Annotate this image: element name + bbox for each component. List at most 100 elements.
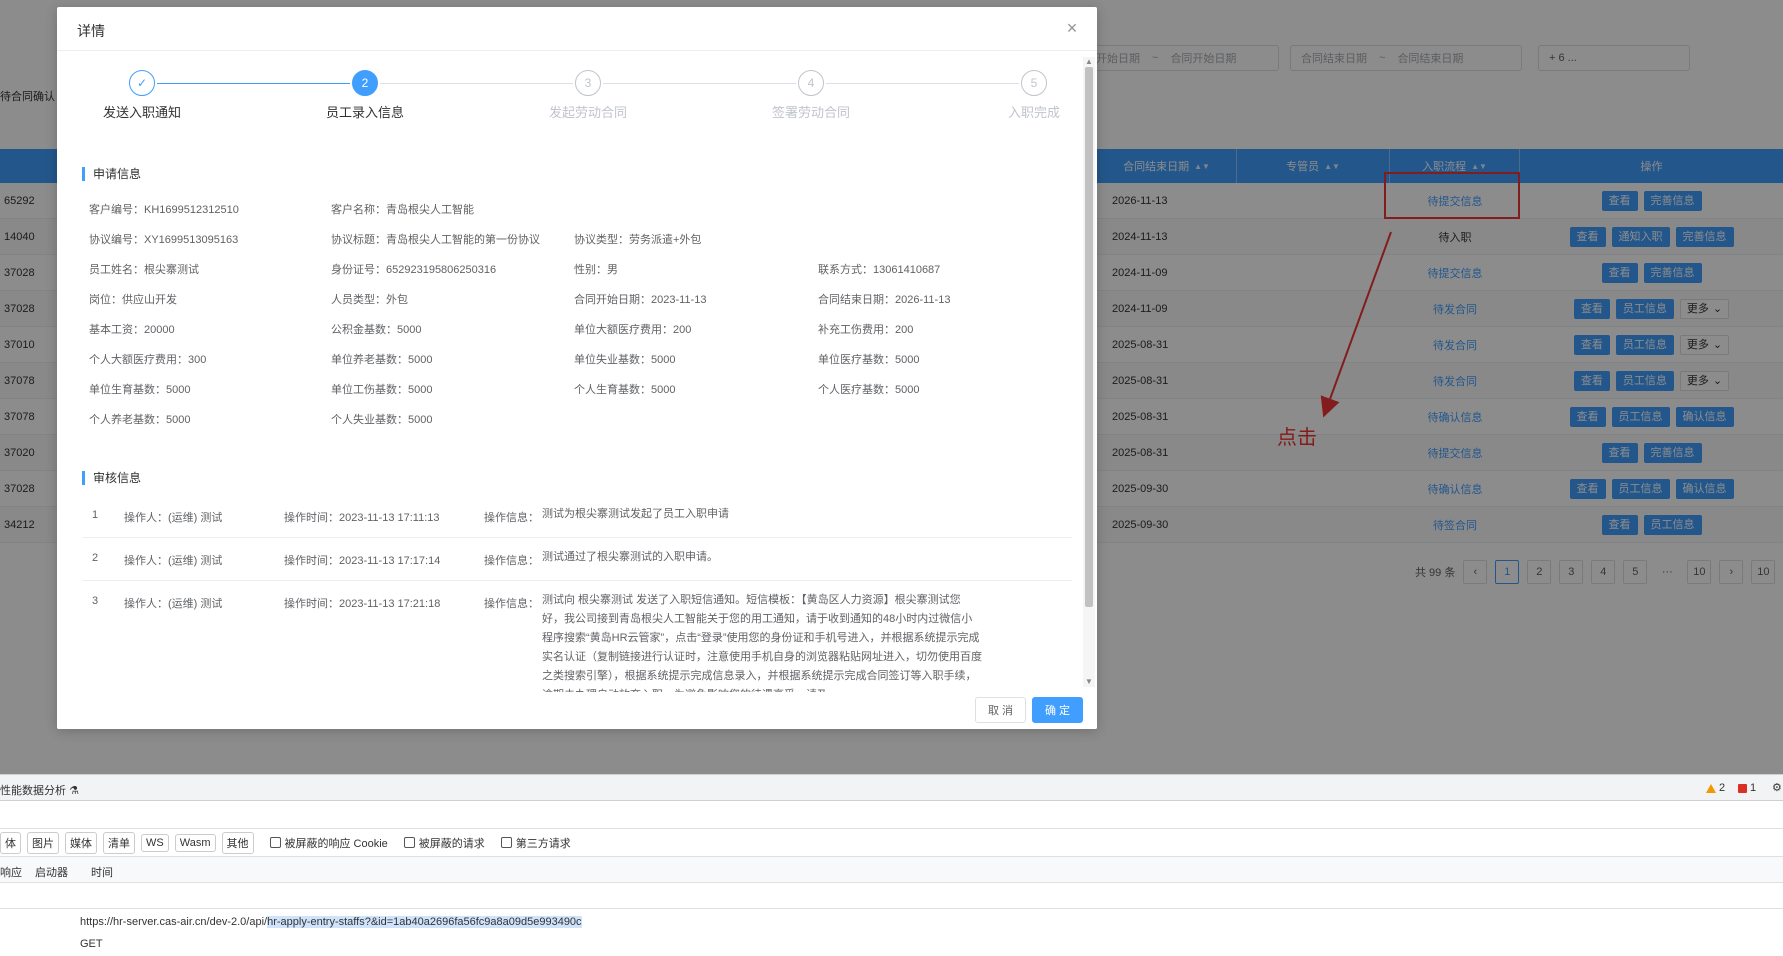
log-info: 测试为根尖寨测试发起了员工入职申请	[542, 508, 729, 520]
apply-field: 岗位：供应山开发	[89, 294, 177, 306]
filter-checkbox[interactable]: 被屏蔽的请求	[403, 835, 485, 851]
warning-badge[interactable]: 2	[1706, 782, 1725, 794]
network-columns: 响应 启动器 时间	[0, 857, 1783, 883]
log-operator: 操作人：(运维) 测试	[124, 512, 223, 524]
type-filter-chip[interactable]: 图片	[27, 831, 59, 854]
apply-field: 单位失业基数：5000	[574, 354, 676, 366]
error-icon	[1738, 783, 1747, 793]
type-filter-chip[interactable]: 体	[0, 831, 21, 854]
modal-header: 详情 ×	[57, 7, 1097, 51]
apply-field: 单位大额医疗费用：200	[574, 324, 692, 336]
log-time: 操作时间：2023-11-13 17:11:13	[284, 512, 440, 524]
apply-field: 单位养老基数：5000	[331, 354, 433, 366]
apply-field: 性别：男	[574, 264, 618, 276]
settings-icon[interactable]: ⚙	[1772, 781, 1782, 794]
scroll-up-icon[interactable]: ▲	[1083, 57, 1095, 67]
step-number: 5	[1021, 70, 1047, 96]
devtools-panel: 性能数据分析 ⚗ 2 1 ⚙ 体图片 媒体 清单 WS Wasm 其他 被屏蔽的响应 Coo…	[0, 774, 1783, 956]
apply-field: 公积金基数：5000	[331, 324, 422, 336]
flask-icon: ⚗	[69, 785, 79, 797]
step-4: 4 签署劳动合同	[746, 70, 876, 121]
apply-field: 单位工伤基数：5000	[331, 384, 433, 396]
col-response[interactable]: 响应	[0, 864, 22, 880]
col-time[interactable]: 时间	[91, 864, 113, 880]
warning-icon	[1706, 783, 1716, 793]
scroll-thumb[interactable]	[1085, 67, 1093, 607]
background-page: 开始日期 ~ 合同开始日期 合同结束日期 ~ 合同结束日期 + 6 ... 待合…	[0, 0, 1783, 774]
request-method: GET	[80, 938, 103, 950]
apply-field: 合同开始日期：2023-11-13	[574, 294, 707, 306]
log-index: 3	[92, 595, 99, 607]
type-filter-chip[interactable]: 媒体	[65, 831, 97, 854]
devtools-filter-row	[0, 801, 1783, 829]
step-5: 5 入职完成	[969, 70, 1097, 121]
checkbox-label: 第三方请求	[515, 837, 571, 850]
modal-body: ✓ 发送入职通知 2 员工录入信息 3 发起劳动合同 4 签署劳动合同 5 入职完成 申请信息 客…	[57, 52, 1097, 692]
type-filter-chip[interactable]: 其他	[221, 831, 254, 854]
error-count: 1	[1750, 782, 1757, 794]
step-label: 发起劳动合同	[548, 105, 627, 120]
audit-info-title: 审核信息	[82, 471, 141, 485]
devtools-type-filters: 体图片 媒体 清单 WS Wasm 其他 被屏蔽的响应 Cookie 被屏蔽的请求 第三方请求	[0, 829, 1783, 857]
audit-log-row: 2 操作人：(运维) 测试 操作时间：2023-11-13 17:17:14 操作信息…	[82, 538, 1072, 581]
step-number: 3	[575, 70, 601, 96]
filter-checkbox[interactable]: 被屏蔽的响应 Cookie	[269, 835, 388, 851]
error-badge[interactable]: 1	[1738, 782, 1756, 794]
detail-modal: 详情 × ✓ 发送入职通知 2 员工录入信息 3 发起劳动合同 4 签署劳动合同 5 入职完成 申…	[57, 7, 1097, 729]
scrollbar[interactable]: ▲ ▼	[1083, 57, 1095, 687]
apply-field: 单位医疗基数：5000	[818, 354, 920, 366]
log-operator: 操作人：(运维) 测试	[124, 555, 223, 567]
devtools-tabbar: 性能数据分析 ⚗ 2 1 ⚙	[0, 775, 1783, 801]
log-info: 测试通过了根尖寨测试的入职申请。	[542, 551, 718, 563]
step-number: 4	[798, 70, 824, 96]
step-3: 3 发起劳动合同	[523, 70, 653, 121]
checkbox-box[interactable]	[269, 837, 281, 848]
apply-field: 个人失业基数：5000	[331, 414, 433, 426]
url-prefix: https://hr-server.cas-air.cn/dev-2.0/api…	[80, 916, 268, 928]
log-info-label: 操作信息：	[484, 598, 539, 610]
modal-footer: 取 消 确 定	[57, 692, 1097, 729]
perf-analysis-tab[interactable]: 性能数据分析 ⚗	[0, 782, 79, 798]
apply-field: 联系方式：13061410687	[818, 264, 941, 276]
scroll-down-icon[interactable]: ▼	[1083, 677, 1095, 687]
perf-tab-label: 性能数据分析	[0, 785, 66, 797]
log-index: 1	[92, 509, 99, 521]
log-index: 2	[92, 552, 99, 564]
log-time: 操作时间：2023-11-13 17:17:14	[284, 555, 441, 567]
apply-field: 客户编号：KH1699512312510	[89, 204, 239, 216]
step-label: 签署劳动合同	[771, 105, 850, 120]
url-highlighted: hr-apply-entry-staffs?&id=1ab40a2696fa56…	[267, 916, 582, 928]
checkbox-label: 被屏蔽的响应 Cookie	[284, 837, 388, 850]
type-filter-chip[interactable]: 清单	[103, 831, 135, 854]
audit-log-row: 3 操作人：(运维) 测试 操作时间：2023-11-13 17:21:18 操作信息…	[82, 581, 1072, 692]
steps: ✓ 发送入职通知 2 员工录入信息 3 发起劳动合同 4 签署劳动合同 5 入职完成	[77, 70, 1067, 125]
col-initiator[interactable]: 启动器	[35, 864, 68, 880]
warning-count: 2	[1719, 782, 1726, 794]
checkbox-box[interactable]	[500, 837, 512, 848]
apply-field: 补充工伤费用：200	[818, 324, 914, 336]
apply-field: 员工姓名：根尖寨测试	[89, 264, 199, 276]
apply-field: 客户名称：青岛根尖人工智能	[331, 204, 474, 216]
close-icon[interactable]: ×	[1061, 17, 1083, 39]
apply-field: 个人大额医疗费用：300	[89, 354, 207, 366]
step-1: ✓ 发送入职通知	[77, 70, 207, 121]
confirm-button[interactable]: 确 定	[1032, 697, 1084, 723]
step-label: 入职完成	[1007, 105, 1060, 120]
apply-field: 协议编号：XY1699513095163	[89, 234, 239, 246]
apply-field: 人员类型：外包	[331, 294, 408, 306]
request-url[interactable]: https://hr-server.cas-air.cn/dev-2.0/api…	[80, 916, 582, 928]
filter-checkbox[interactable]: 第三方请求	[500, 835, 571, 851]
type-filter-chip[interactable]: WS	[141, 833, 169, 852]
type-filter-chip[interactable]: Wasm	[174, 833, 216, 852]
step-number: 2	[352, 70, 378, 96]
cancel-button[interactable]: 取 消	[975, 697, 1027, 723]
apply-field: 个人医疗基数：5000	[818, 384, 920, 396]
checkbox-box[interactable]	[403, 837, 415, 848]
apply-field: 合同结束日期：2026-11-13	[818, 294, 951, 306]
modal-title: 详情	[77, 23, 105, 39]
checkbox-label: 被屏蔽的请求	[418, 837, 485, 850]
step-2: 2 员工录入信息	[300, 70, 430, 121]
step-label: 员工录入信息	[325, 105, 404, 120]
log-info: 测试向 根尖寨测试 发送了入职短信通知。短信模板：【黄岛区人力资源】根尖寨测试您…	[542, 594, 982, 692]
audit-log-row: 1 操作人：(运维) 测试 操作时间：2023-11-13 17:11:13 操作信息…	[82, 495, 1072, 538]
